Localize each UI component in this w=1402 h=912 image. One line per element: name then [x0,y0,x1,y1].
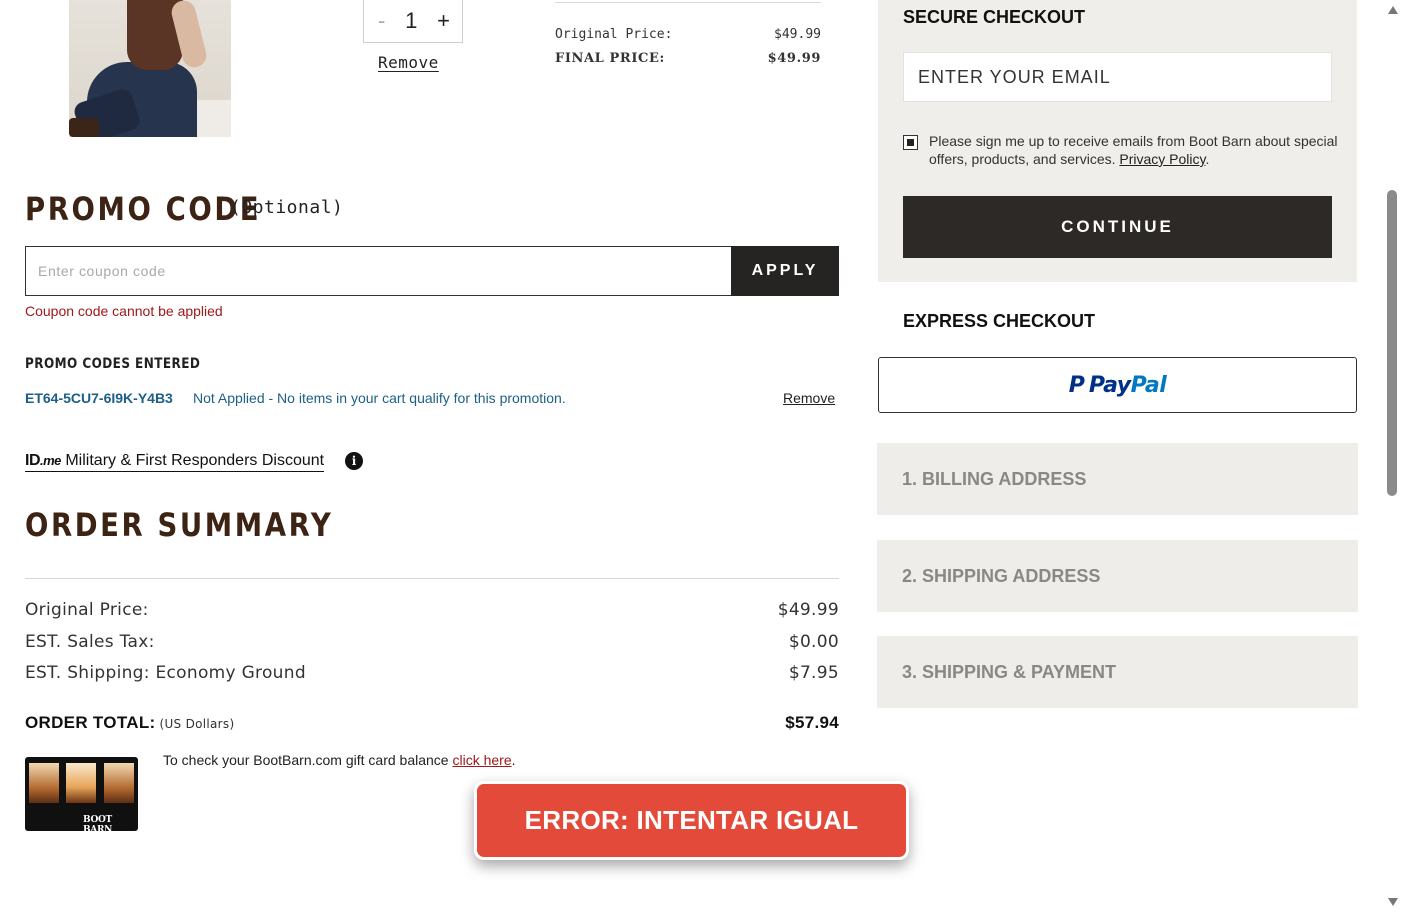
item-final-price-row: FINAL PRICE: $49.99 [555,51,821,66]
scroll-down-arrow-icon[interactable] [1388,898,1398,906]
gift-card-balance-link[interactable]: click here [452,752,511,768]
gift-card-pane [29,763,59,803]
quantity-stepper: - 1 + [363,0,463,43]
qty-increase-button[interactable]: + [437,9,450,32]
item-final-price-label: FINAL PRICE: [555,51,665,66]
email-optin-after: . [1205,151,1210,167]
coupon-error-message: Coupon code cannot be applied [25,303,223,319]
remove-promo-link[interactable]: Remove [783,390,835,406]
idme-logo-id: ID [25,452,41,469]
idme-link-text: Military & First Responders Discount [60,452,325,469]
item-final-price-value: $49.99 [767,51,821,66]
summary-row-sales-tax: EST. Sales Tax: $0.00 [25,632,839,652]
gift-card-pane [66,763,96,803]
item-original-price-row: Original Price: $49.99 [555,27,821,42]
qty-decrease-button[interactable]: - [378,9,385,32]
paypal-logo-pal: Pal [1130,372,1167,398]
gift-card-balance-text: To check your BootBarn.com gift card bal… [163,752,516,768]
idme-logo-me: .me [40,453,61,468]
order-summary-title: ORDER SUMMARY [25,506,334,544]
qty-value[interactable]: 1 [405,8,417,34]
summary-row-value: $49.99 [777,600,839,620]
paypal-button[interactable]: P PayPal [878,357,1357,413]
summary-row-label: Original Price: [25,600,149,620]
step-shipping-address[interactable]: 2. SHIPPING ADDRESS [877,540,1358,612]
promo-optional-label: (Optional) [230,197,344,218]
apply-coupon-button[interactable]: APPLY [731,246,839,296]
remove-item-link[interactable]: Remove [378,53,439,72]
promo-code-value: ET64-5CU7-6I9K-Y4B3 [25,390,173,406]
order-total-currency: (US Dollars) [159,717,235,731]
order-total-label: ORDER TOTAL: [25,713,156,732]
express-checkout-title: EXPRESS CHECKOUT [903,311,1096,331]
paypal-icon: P [1068,372,1085,398]
step-shipping-payment[interactable]: 3. SHIPPING & PAYMENT [877,636,1358,708]
promo-codes-entered-title: PROMO CODES ENTERED [25,356,201,372]
gift-card-brand: BOOT BARN [83,815,113,831]
error-banner[interactable]: ERROR: INTENTAR IGUAL [474,781,909,860]
product-image-boot [69,118,99,137]
idme-logo: ID.me [25,452,61,469]
step-billing-address[interactable]: 1. BILLING ADDRESS [877,443,1358,515]
email-optin-checkbox[interactable] [903,135,918,150]
continue-button[interactable]: CONTINUE [903,196,1332,258]
promo-code-status: Not Applied - No items in your cart qual… [193,390,566,406]
item-original-price-label: Original Price: [555,27,673,42]
gift-card-text-before: To check your BootBarn.com gift card bal… [163,752,453,768]
summary-row-order-total: ORDER TOTAL: (US Dollars) $57.94 [25,713,839,733]
email-input[interactable] [903,52,1332,102]
paypal-logo: PayPal [1088,372,1167,398]
gift-card-pane [104,763,134,803]
summary-row-label: EST. Sales Tax: [25,632,155,652]
item-original-price-value: $49.99 [774,27,821,42]
order-total-value: $57.94 [785,713,839,732]
summary-row-value: $0.00 [788,632,839,652]
order-summary-divider [25,578,839,579]
gift-card-image: BOOT BARN [25,757,138,831]
email-optin-text: Please sign me up to receive emails from… [929,132,1339,168]
privacy-policy-link[interactable]: Privacy Policy [1119,151,1205,167]
summary-row-value: $7.95 [788,663,839,683]
item-price-divider [555,2,821,3]
gift-card-text-after: . [511,752,516,768]
secure-checkout-title: SECURE CHECKOUT [903,7,1086,27]
scrollbar-thumb[interactable] [1387,190,1397,496]
summary-row-original-price: Original Price: $49.99 [25,600,839,620]
coupon-code-input[interactable] [25,246,731,296]
summary-row-shipping: EST. Shipping: Economy Ground $7.95 [25,663,839,683]
promo-code-title: PROMO CODE [25,190,262,228]
idme-discount-link[interactable]: ID.me Military & First Responders Discou… [25,452,325,472]
product-image[interactable] [69,0,231,137]
scroll-up-arrow-icon[interactable] [1388,6,1398,14]
summary-row-label: EST. Shipping: Economy Ground [25,663,306,683]
info-icon[interactable]: i [345,452,363,470]
vertical-scrollbar[interactable] [1384,0,1402,912]
paypal-logo-pay: Pay [1088,372,1131,398]
